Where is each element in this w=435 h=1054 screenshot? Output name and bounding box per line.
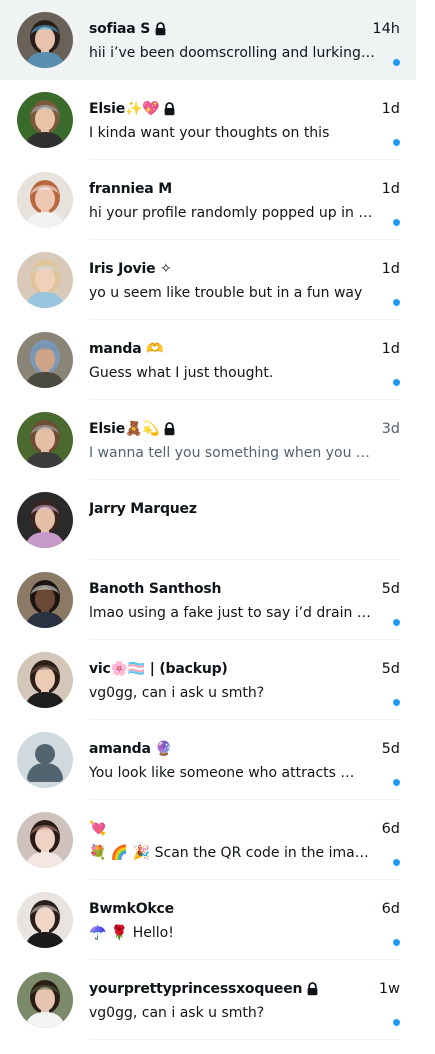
unread-dot-icon xyxy=(393,1019,400,1026)
avatar[interactable] xyxy=(17,92,73,148)
timestamp: 6d xyxy=(381,901,400,917)
avatar[interactable] xyxy=(17,652,73,708)
timestamp: 1w xyxy=(378,981,400,997)
conversation-name: yourprettyprincessxoqueen xyxy=(89,981,303,997)
timestamp: 1d xyxy=(381,261,400,277)
lock-icon xyxy=(306,982,319,996)
name-line: sofiaa S xyxy=(89,19,342,39)
conversation-name: Iris Jovie ✧ xyxy=(89,261,172,277)
message-preview: I kinda want your thoughts on this xyxy=(89,125,330,141)
message-preview: vg0gg, can i ask u smth? xyxy=(89,1005,265,1021)
unread-dot-icon xyxy=(393,779,400,786)
message-preview: I wanna tell you something when you are … xyxy=(89,445,376,461)
timestamp: 14h xyxy=(372,21,400,37)
conversation-name: Banoth Santhosh xyxy=(89,581,222,597)
avatar[interactable] xyxy=(17,892,73,948)
name-line: Banoth Santhosh xyxy=(89,579,342,599)
unread-dot-icon xyxy=(393,59,400,66)
conversation-row[interactable]: BwmkOkce 6d ☂️ 🌹 Hello! xyxy=(0,880,416,960)
message-preview: vg0gg, can i ask u smth? xyxy=(89,685,265,701)
conversation-name: amanda 🔮 xyxy=(89,741,173,757)
conversation-row[interactable]: Elsie🧸💫 3d I wanna tell you something when… xyxy=(0,400,416,480)
unread-dot-icon xyxy=(393,619,400,626)
conversation-row[interactable]: Jarry Marquez xyxy=(0,480,416,560)
message-preview: lmao using a fake just to say i’d drain … xyxy=(89,605,376,621)
name-line: manda 🫶 xyxy=(89,339,342,359)
conversation-row[interactable]: amanda 🔮 5d You look like someone who attr… xyxy=(0,720,416,800)
message-preview: hi your profile randomly popped up in … xyxy=(89,205,373,221)
unread-dot-icon xyxy=(393,699,400,706)
timestamp: 3d xyxy=(381,421,400,437)
conversation-row[interactable]: manda 🫶 1d Guess what I just thought. xyxy=(0,320,416,400)
conversation-name: Jarry Marquez xyxy=(89,501,197,517)
conversation-name: franniea M xyxy=(89,181,172,197)
timestamp: 6d xyxy=(381,821,400,837)
conversation-name: 💘 xyxy=(89,821,107,837)
message-preview: hii i’ve been doomscrolling and lurking … xyxy=(89,45,376,61)
timestamp: 5d xyxy=(381,741,400,757)
name-line: vic🌸🏳️‍⚧️ | (backup) xyxy=(89,659,342,679)
unread-dot-icon xyxy=(393,299,400,306)
conversation-name: BwmkOkce xyxy=(89,901,174,917)
conversation-row[interactable]: Elsie✨💖 1d I kinda want your thoughts on t… xyxy=(0,80,416,160)
avatar[interactable] xyxy=(17,572,73,628)
message-preview: ☂️ 🌹 Hello! xyxy=(89,925,174,941)
conversation-row[interactable]: yourprettyprincessxoqueen 1w vg0gg, can i … xyxy=(0,960,416,1040)
conversation-row[interactable]: 💘 6d 💐 🌈 🎉 Scan the QR code in the ima… xyxy=(0,800,416,880)
avatar[interactable] xyxy=(17,172,73,228)
conversation-name: Elsie🧸💫 xyxy=(89,421,160,437)
conversation-row[interactable]: Banoth Santhosh 5d lmao using a fake just … xyxy=(0,560,416,640)
lock-icon xyxy=(154,22,167,36)
conversation-name: sofiaa S xyxy=(89,21,151,37)
name-line: Elsie🧸💫 xyxy=(89,419,342,439)
timestamp: 5d xyxy=(381,661,400,677)
conversation-row[interactable]: Iris Jovie ✧ 1d yo u seem like trouble but… xyxy=(0,240,416,320)
message-preview: Guess what I just thought. xyxy=(89,365,274,381)
conversation-row[interactable]: vic🌸🏳️‍⚧️ | (backup) 5d vg0gg, can i ask u… xyxy=(0,640,416,720)
conversation-row[interactable]: franniea M 1d hi your profile randomly pop… xyxy=(0,160,416,240)
message-preview: 💐 🌈 🎉 Scan the QR code in the ima… xyxy=(89,845,369,861)
conversation-name: Elsie✨💖 xyxy=(89,101,160,117)
unread-dot-icon xyxy=(393,139,400,146)
timestamp: 1d xyxy=(381,181,400,197)
message-preview: yo u seem like trouble but in a fun way xyxy=(89,285,363,301)
avatar[interactable] xyxy=(17,252,73,308)
unread-dot-icon xyxy=(393,859,400,866)
message-preview: You look like someone who attracts … xyxy=(89,765,355,781)
name-line: amanda 🔮 xyxy=(89,739,342,759)
timestamp: 1d xyxy=(381,101,400,117)
avatar[interactable] xyxy=(17,12,73,68)
lock-icon xyxy=(163,102,176,116)
conversation-list: sofiaa S 14h hii i’ve been doomscrolling a… xyxy=(0,0,416,1054)
name-line: Elsie✨💖 xyxy=(89,99,342,119)
avatar[interactable] xyxy=(17,412,73,468)
conversation-name: manda 🫶 xyxy=(89,341,164,357)
name-line: Iris Jovie ✧ xyxy=(89,259,342,279)
lock-icon xyxy=(163,422,176,436)
divider xyxy=(89,1039,400,1040)
avatar[interactable] xyxy=(17,492,73,548)
name-line: franniea M xyxy=(89,179,342,199)
unread-dot-icon xyxy=(393,219,400,226)
unread-dot-icon xyxy=(393,379,400,386)
conversation-name: vic🌸🏳️‍⚧️ | (backup) xyxy=(89,661,228,677)
avatar[interactable] xyxy=(17,812,73,868)
unread-dot-icon xyxy=(393,939,400,946)
timestamp: 5d xyxy=(381,581,400,597)
timestamp: 1d xyxy=(381,341,400,357)
default-avatar-icon[interactable] xyxy=(17,732,73,788)
avatar[interactable] xyxy=(17,972,73,1028)
name-line: BwmkOkce xyxy=(89,899,342,919)
conversation-row[interactable]: sofiaa S 14h hii i’ve been doomscrolling a… xyxy=(0,0,416,80)
name-line: Jarry Marquez xyxy=(89,499,342,519)
name-line: yourprettyprincessxoqueen xyxy=(89,979,342,999)
avatar[interactable] xyxy=(17,332,73,388)
name-line: 💘 xyxy=(89,819,342,839)
